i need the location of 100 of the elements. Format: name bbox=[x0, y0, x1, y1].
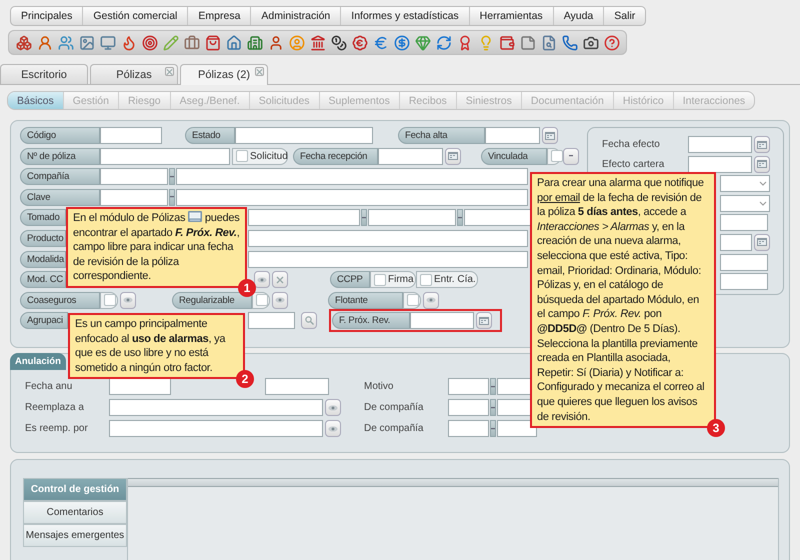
checkbox-field[interactable] bbox=[252, 292, 270, 309]
text-field[interactable] bbox=[448, 399, 489, 416]
menu-item[interactable]: Salir bbox=[604, 7, 646, 25]
building-icon[interactable] bbox=[246, 34, 262, 50]
text-field[interactable] bbox=[176, 168, 528, 186]
spin-button[interactable] bbox=[563, 148, 579, 165]
checkbox-field[interactable] bbox=[100, 292, 118, 309]
view-button[interactable] bbox=[423, 292, 439, 309]
tab[interactable]: Escritorio bbox=[0, 64, 88, 84]
text-field[interactable] bbox=[176, 188, 528, 206]
checkbox-field[interactable]: Entr. Cía. bbox=[416, 271, 478, 288]
resize-bar[interactable] bbox=[128, 478, 778, 487]
view-button[interactable] bbox=[325, 399, 341, 416]
checkbox-field[interactable]: Firma bbox=[370, 271, 416, 288]
text-field[interactable] bbox=[368, 209, 456, 226]
coin-icon[interactable] bbox=[394, 34, 410, 50]
text-field[interactable] bbox=[100, 148, 230, 165]
date-field[interactable] bbox=[265, 378, 329, 395]
text-field[interactable] bbox=[248, 250, 528, 268]
calendar-button[interactable] bbox=[476, 312, 492, 330]
calendar-button[interactable] bbox=[754, 234, 770, 251]
view-button[interactable] bbox=[254, 271, 270, 288]
checkbox[interactable] bbox=[407, 294, 419, 306]
checkbox[interactable] bbox=[256, 294, 268, 306]
refresh-icon[interactable] bbox=[436, 34, 452, 50]
text-field[interactable] bbox=[448, 378, 489, 395]
text-field[interactable] bbox=[485, 127, 540, 144]
bank-icon[interactable] bbox=[310, 34, 326, 50]
date-field[interactable] bbox=[720, 234, 752, 251]
checkbox[interactable] bbox=[551, 150, 563, 162]
text-field[interactable] bbox=[720, 273, 768, 290]
calendar-button[interactable] bbox=[445, 148, 461, 165]
coins-icon[interactable] bbox=[330, 34, 346, 50]
menu-item[interactable]: Administración bbox=[251, 7, 342, 25]
menu-item[interactable]: Empresa bbox=[188, 7, 252, 25]
cubes-icon[interactable] bbox=[16, 34, 32, 50]
text-field[interactable] bbox=[248, 209, 360, 226]
dropdown-field[interactable] bbox=[720, 194, 770, 212]
calendar-button[interactable] bbox=[754, 156, 770, 173]
people-icon[interactable] bbox=[58, 34, 74, 50]
camera-icon[interactable] bbox=[582, 34, 598, 50]
briefcase-icon[interactable] bbox=[184, 34, 200, 50]
menu-item[interactable]: Gestión comercial bbox=[83, 7, 188, 25]
tab[interactable]: Pólizas bbox=[90, 64, 178, 84]
text-field[interactable] bbox=[497, 420, 537, 437]
bag-icon[interactable] bbox=[204, 34, 220, 50]
checkbox[interactable] bbox=[104, 294, 116, 306]
house-icon[interactable] bbox=[226, 34, 242, 50]
clear-button[interactable] bbox=[272, 271, 288, 288]
text-field[interactable] bbox=[100, 188, 168, 206]
text-field[interactable] bbox=[100, 168, 168, 186]
checkbox-field[interactable] bbox=[547, 148, 561, 165]
text-field[interactable] bbox=[100, 127, 162, 144]
person-icon[interactable] bbox=[268, 34, 284, 50]
menu-item[interactable]: Herramientas bbox=[470, 7, 554, 25]
checkbox[interactable] bbox=[236, 150, 248, 162]
image-icon[interactable] bbox=[78, 34, 94, 50]
calendar-button[interactable] bbox=[754, 136, 770, 153]
view-button[interactable] bbox=[120, 292, 136, 309]
checkbox-field[interactable] bbox=[403, 292, 421, 309]
close-icon[interactable] bbox=[255, 67, 264, 76]
text-field[interactable] bbox=[464, 209, 531, 226]
gem-icon[interactable] bbox=[414, 34, 430, 50]
help-icon[interactable] bbox=[604, 34, 620, 50]
pencil-icon[interactable] bbox=[162, 34, 178, 50]
text-field[interactable] bbox=[235, 127, 373, 144]
note-icon[interactable] bbox=[520, 34, 536, 50]
flame-icon[interactable] bbox=[120, 34, 136, 50]
tab[interactable]: Pólizas (2) bbox=[180, 64, 268, 85]
date-field[interactable] bbox=[688, 136, 752, 153]
text-field[interactable] bbox=[109, 399, 323, 416]
close-icon[interactable] bbox=[165, 67, 174, 76]
dropdown-field[interactable] bbox=[720, 175, 770, 192]
person-icon[interactable] bbox=[36, 34, 52, 50]
checkbox[interactable] bbox=[374, 274, 386, 286]
text-field[interactable] bbox=[248, 230, 528, 247]
phone-icon[interactable] bbox=[562, 34, 578, 50]
text-field[interactable] bbox=[720, 254, 768, 271]
target-icon[interactable] bbox=[142, 34, 158, 50]
menu-item[interactable]: Ayuda bbox=[554, 7, 604, 25]
document-search-icon[interactable] bbox=[540, 34, 556, 50]
text-field[interactable] bbox=[109, 420, 323, 437]
text-field[interactable] bbox=[410, 312, 474, 330]
search-button[interactable] bbox=[301, 312, 317, 330]
text-field[interactable] bbox=[378, 148, 443, 165]
side-tab[interactable]: Comentarios bbox=[23, 501, 127, 524]
view-button[interactable] bbox=[272, 292, 288, 309]
wallet-icon[interactable] bbox=[498, 34, 514, 50]
view-button[interactable] bbox=[325, 420, 341, 437]
checkbox[interactable] bbox=[420, 274, 432, 286]
monitor-icon[interactable] bbox=[100, 34, 116, 50]
date-field[interactable] bbox=[688, 156, 752, 173]
side-tab[interactable]: Mensajes emergentes bbox=[23, 524, 127, 547]
menu-item[interactable]: Principales bbox=[11, 7, 84, 25]
text-field[interactable] bbox=[720, 214, 768, 232]
menu-item[interactable]: Informes y estadísticas bbox=[341, 7, 470, 25]
euro-badge-icon[interactable] bbox=[352, 34, 368, 50]
euro-icon[interactable] bbox=[372, 34, 388, 50]
text-field[interactable] bbox=[448, 420, 489, 437]
checkbox-field[interactable]: Solicitud bbox=[232, 148, 288, 165]
